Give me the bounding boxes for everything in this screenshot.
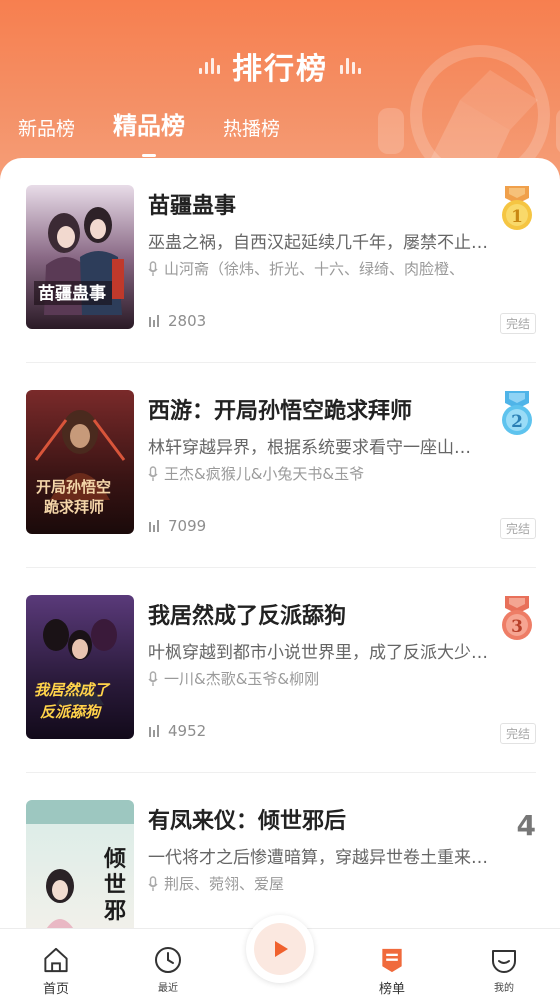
book-cover[interactable]: 开局孙悟空 跪求拜师 [26,390,134,534]
status-badge: 完结 [499,723,536,744]
play-count: 7099 [148,517,206,535]
play-count-text: 7099 [168,517,207,535]
book-description: 巫蛊之祸，自西汉起延续几千年，屡禁不止… [148,233,488,253]
svg-text:倾: 倾 [103,846,126,872]
book-author: 一川&杰歌&玉爷&柳刚 [148,668,488,689]
play-icon [275,941,288,957]
ranking-tabs: 新品榜 精品榜 热播榜 [18,106,280,157]
book-cover[interactable]: 苗疆蛊事 [26,185,134,329]
svg-text:苗疆蛊事: 苗疆蛊事 [38,283,106,304]
author-text: 一川&杰歌&玉爷&柳刚 [164,670,320,688]
book-item-2[interactable]: 开局孙悟空 跪求拜师 西游：开局孙悟空跪求拜师 林轩穿越异界，根据系统要求看守一… [26,363,536,568]
play-count-text: 2803 [168,312,207,330]
book-item-4[interactable]: 倾 世 邪 有凤来仪：倾世邪后 一代将才之后惨遭暗算，穿越异世卷土重来… 荆辰、… [26,773,536,928]
silver-medal-icon: 2 [502,391,532,435]
book-description: 林轩穿越异界，根据系统要求看守一座山… [148,438,471,458]
bronze-medal-icon: 3 [502,596,532,640]
svg-text:反派舔狗: 反派舔狗 [40,703,102,721]
player-disc [254,923,306,975]
svg-text:2: 2 [511,412,523,432]
play-stats-icon [149,315,159,327]
nav-ranking[interactable]: 榜单 [336,929,448,997]
nav-home-label: 首页 [42,982,69,997]
svg-text:世: 世 [104,872,126,898]
microphone-icon [148,670,158,686]
author-text: 山河斋（徐炜、折光、十六、绿绮、肉脸橙、 [164,260,465,278]
gold-medal-icon: 1 [502,186,532,230]
svg-text:邪: 邪 [103,898,126,924]
tab-premium[interactable]: 精品榜 [113,106,185,157]
book-item-3[interactable]: 我居然成了 反派舔狗 我居然成了反派舔狗 叶枫穿越到都市小说世界里，成了反派大少… [26,568,536,773]
status-badge: 完结 [499,518,536,539]
home-icon [44,947,68,973]
svg-text:跪求拜师: 跪求拜师 [44,498,104,516]
svg-text:1: 1 [511,207,523,227]
tab-new[interactable]: 新品榜 [18,114,75,141]
nav-ranking-label: 榜单 [378,982,405,997]
ranking-icon [382,948,402,973]
sound-bars-left-icon [199,58,220,74]
status-badge: 完结 [499,313,536,334]
player-button[interactable] [246,915,314,983]
play-count: 2803 [148,312,206,330]
microphone-icon [148,875,158,891]
book-list: 苗疆蛊事 苗疆蛊事 巫蛊之祸，自西汉起延续几千年，屡禁不止… 山河斋（徐炜、折光… [0,158,560,928]
book-item-1[interactable]: 苗疆蛊事 苗疆蛊事 巫蛊之祸，自西汉起延续几千年，屡禁不止… 山河斋（徐炜、折光… [26,158,536,363]
play-count: 4952 [148,722,206,740]
microphone-icon [148,260,158,276]
tab-hot[interactable]: 热播榜 [223,114,280,141]
book-title[interactable]: 西游：开局孙悟空跪求拜师 [148,393,412,425]
nav-mine-label: 我的 [494,983,514,994]
author-text: 荆辰、菀翎、爱屋 [164,875,285,893]
book-author: 王杰&疯猴儿&小兔天书&玉爷 [148,463,488,484]
book-description: 叶枫穿越到都市小说世界里，成了反派大少… [148,643,488,663]
book-title[interactable]: 我居然成了反派舔狗 [148,598,346,630]
play-stats-icon [149,725,159,737]
sound-bars-right-icon [340,58,361,74]
nav-home[interactable]: 首页 [0,929,112,997]
book-description: 一代将才之后惨遭暗算，穿越异世卷土重来… [148,848,488,868]
book-cover[interactable]: 我居然成了 反派舔狗 [26,595,134,739]
page-title: 排行榜 [232,52,328,87]
svg-text:开局孙悟空: 开局孙悟空 [36,478,111,496]
author-text: 王杰&疯猴儿&小兔天书&玉爷 [164,465,365,483]
book-author: 山河斋（徐炜、折光、十六、绿绮、肉脸橙、 [148,258,488,279]
book-cover[interactable]: 倾 世 邪 [26,800,134,928]
nav-recent[interactable]: 最近 [112,929,224,997]
nav-mine[interactable]: 我的 [448,929,560,997]
play-stats-icon [149,520,159,532]
nav-recent-label: 最近 [158,983,178,994]
clock-icon [155,947,181,973]
book-title[interactable]: 有凤来仪：倾世邪后 [148,803,346,835]
svg-text:我居然成了: 我居然成了 [34,681,111,699]
rank-number: 4 [516,809,536,842]
svg-text:3: 3 [511,617,523,637]
microphone-icon [148,465,158,481]
book-author: 荆辰、菀翎、爱屋 [148,873,488,894]
profile-icon [492,950,516,973]
play-count-text: 4952 [168,722,207,740]
book-title[interactable]: 苗疆蛊事 [148,188,236,220]
